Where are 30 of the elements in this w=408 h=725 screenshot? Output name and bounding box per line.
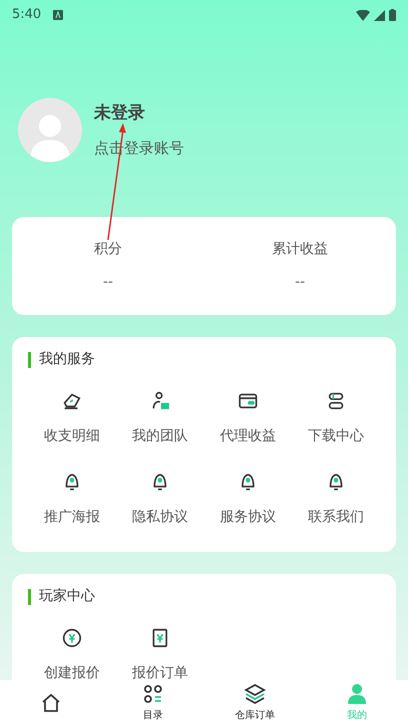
layers-icon (243, 682, 267, 706)
service-item[interactable]: 服务协议 (204, 459, 292, 540)
person-icon (345, 682, 369, 706)
status-time: 5:40 (12, 6, 42, 24)
notification-icon (53, 10, 64, 20)
tab[interactable]: 目录 (102, 680, 204, 725)
battery-icon (389, 9, 396, 21)
grid-icon (141, 682, 165, 706)
login-status: 未登录 (94, 102, 145, 125)
wifi-icon (356, 10, 370, 20)
section-title: 我的服务 (39, 350, 95, 369)
stat-label: 积分 (94, 240, 122, 259)
accent-bar (28, 588, 31, 604)
tab[interactable]: 仓库订单 (204, 680, 306, 725)
service-item[interactable]: 推广海报 (28, 459, 116, 540)
service-item[interactable]: 我的团队 (116, 378, 204, 459)
service-item[interactable]: 下载中心 (292, 378, 380, 459)
accent-bar (28, 352, 31, 368)
service-item[interactable]: 代理收益 (204, 378, 292, 459)
stat-value: -- (102, 273, 114, 292)
service-item[interactable]: 报价订单 (116, 615, 204, 679)
service-item[interactable]: 联系我们 (292, 459, 380, 540)
signal-icon (374, 10, 385, 20)
service-item[interactable]: 隐私协议 (116, 459, 204, 540)
stat-label: 累计收益 (272, 240, 328, 259)
service-item[interactable]: 收支明细 (28, 378, 116, 459)
yen-coin-icon (61, 627, 83, 649)
service-item[interactable]: 创建报价 (28, 615, 116, 679)
stat-value: -- (294, 273, 306, 292)
section-title: 玩家中心 (39, 587, 95, 606)
